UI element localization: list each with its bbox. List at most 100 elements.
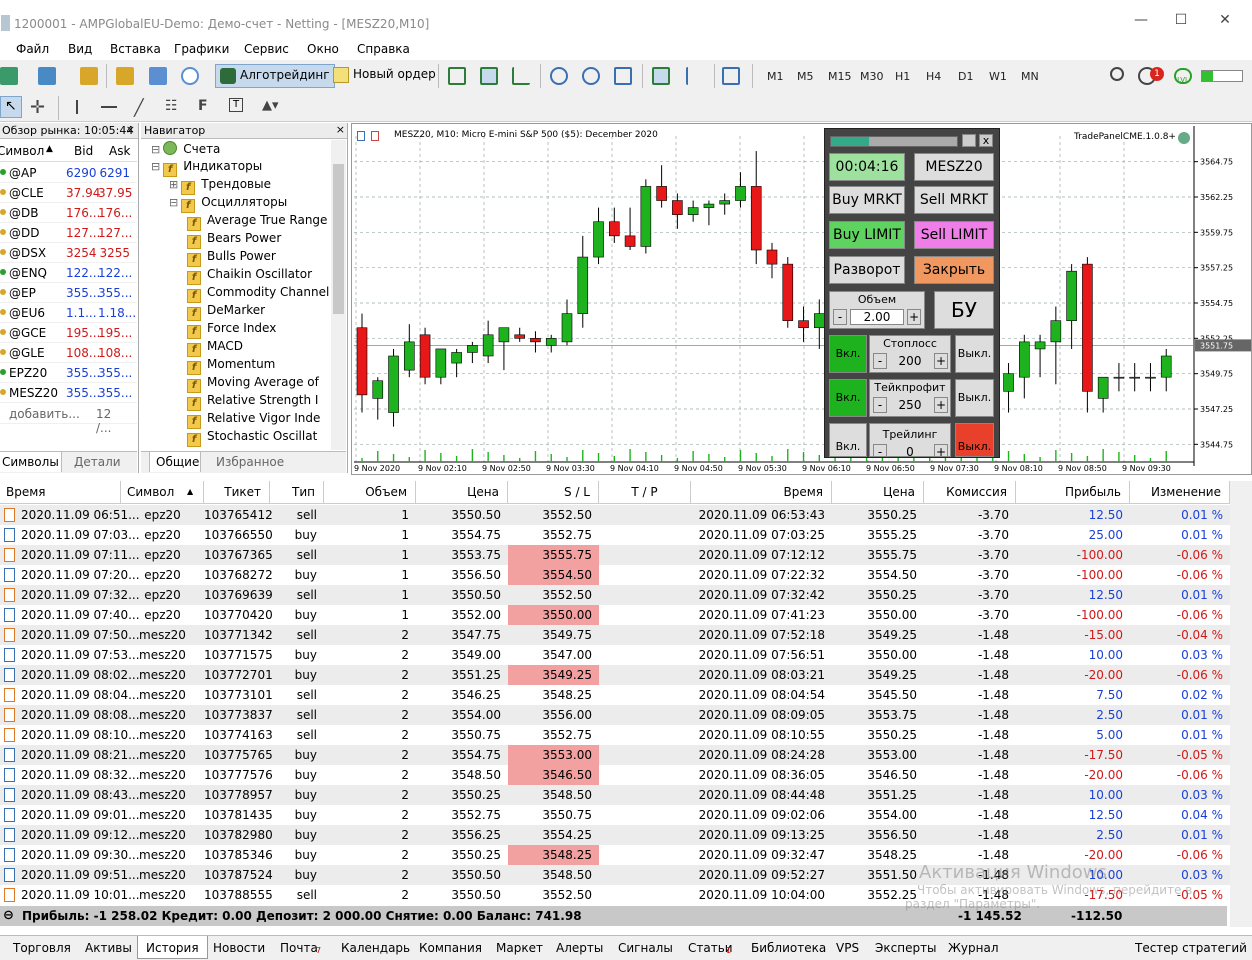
history-row[interactable]: 2020.11.09 07:50... mesz20 103771342 sell 2 3… — [0, 625, 1252, 645]
buy-market-button[interactable]: Buy MRKT — [829, 186, 905, 214]
volume-input[interactable]: 2.00 — [850, 309, 904, 325]
tab-calendar[interactable]: Календарь — [341, 941, 410, 955]
navigator-item[interactable]: f Bears Power — [187, 231, 329, 249]
col-ticket[interactable]: Тикет — [204, 481, 270, 503]
history-row[interactable]: 2020.11.09 08:21... mesz20 103775765 buy 2 35… — [0, 745, 1252, 765]
tab-assets[interactable]: Активы — [85, 941, 132, 955]
sl-off-button[interactable]: Выкл. — [955, 335, 994, 373]
history-row[interactable]: 2020.11.09 08:10... mesz20 103774163 sell 2 3… — [0, 725, 1252, 745]
line-chart-icon[interactable] — [512, 67, 530, 85]
history-row[interactable]: 2020.11.09 07:32... epz20 103769639 sell 1 35… — [0, 585, 1252, 605]
sell-limit-button[interactable]: Sell LIMIT — [914, 221, 994, 249]
navigator-item[interactable]: ⊟ f Индикаторы — [151, 159, 329, 177]
col-profit[interactable]: Прибыль — [1016, 481, 1130, 503]
vertical-line-icon[interactable] — [76, 100, 78, 114]
tab-details[interactable]: Детали — [74, 455, 121, 469]
close-position-button[interactable]: Закрыть — [914, 256, 994, 284]
fibo-channel-icon[interactable]: ☷ — [165, 98, 178, 114]
col-symbol[interactable]: Символ — [0, 144, 44, 158]
col-close-time[interactable]: Время — [691, 481, 832, 503]
history-row[interactable]: 2020.11.09 07:20... epz20 103768272 buy 1 355… — [0, 565, 1252, 585]
menu-help[interactable]: Справка — [357, 42, 410, 56]
history-row[interactable]: 2020.11.09 09:51... mesz20 103787524 buy 2 35… — [0, 865, 1252, 885]
history-row[interactable]: 2020.11.09 06:51... epz20 103765412 sell 1 35… — [0, 505, 1252, 525]
navigator-item[interactable]: ⊞ f Трендовые — [169, 177, 329, 195]
history-scrollbar[interactable] — [1230, 481, 1252, 927]
col-ask[interactable]: Ask — [109, 144, 130, 158]
text-tool-icon[interactable]: T — [229, 98, 243, 112]
candle-chart-icon[interactable] — [480, 67, 498, 85]
sell-market-button[interactable]: Sell MRKT — [914, 186, 994, 214]
menu-charts[interactable]: Графики — [174, 42, 229, 56]
trail-on-button[interactable]: Вкл. — [829, 423, 867, 457]
tp-on-button[interactable]: Вкл. — [829, 379, 867, 417]
trail-plus-button[interactable]: + — [934, 444, 948, 456]
history-row[interactable]: 2020.11.09 07:53... mesz20 103771575 buy 2 35… — [0, 645, 1252, 665]
close-window-button[interactable]: ✕ — [1215, 12, 1235, 32]
bar-chart-icon[interactable] — [448, 67, 466, 85]
menu-view[interactable]: Вид — [68, 42, 92, 56]
navigator-item[interactable]: f Force Index — [187, 321, 329, 339]
sl-input[interactable]: 200 — [888, 353, 932, 369]
market-watch-icon[interactable] — [80, 67, 98, 85]
templates-icon[interactable] — [722, 67, 740, 85]
navigator-item[interactable]: f Average True Range — [187, 213, 329, 231]
tab-history[interactable]: История — [137, 936, 208, 959]
market-watch-add-row[interactable]: добавить... 12 /... — [0, 404, 137, 435]
sl-minus-button[interactable]: - — [873, 353, 887, 369]
market-watch-row[interactable]: @DD 127... 127... — [0, 223, 137, 243]
tab-vps[interactable]: VPS — [836, 941, 859, 955]
market-watch-row[interactable]: EPZ20 355... 355... — [0, 363, 137, 383]
tp-close-button[interactable]: x — [979, 134, 993, 147]
col-close-price[interactable]: Цена — [832, 481, 924, 503]
navigator-item[interactable]: f Stochastic Oscillat — [187, 429, 329, 447]
reverse-button[interactable]: Разворот — [829, 256, 905, 284]
navigator-item[interactable]: f Commodity Channel — [187, 285, 329, 303]
market-watch-row[interactable]: @CLE 37.94 37.95 — [0, 183, 137, 203]
chart-shift-icon[interactable] — [686, 67, 704, 85]
tf-h1[interactable]: H1 — [895, 70, 910, 83]
history-row[interactable]: 2020.11.09 10:01... mesz20 103788555 sell 2 3… — [0, 885, 1252, 905]
strategy-tester-tab[interactable]: Тестер стратегий — [1135, 941, 1247, 955]
shapes-icon[interactable]: ▲▾ — [262, 98, 279, 113]
col-volume[interactable]: Объем — [324, 481, 416, 503]
history-row[interactable]: 2020.11.09 08:43... mesz20 103778957 buy 2 35… — [0, 785, 1252, 805]
navigator-item[interactable]: ⊟ Счета — [151, 141, 329, 159]
trail-minus-button[interactable]: - — [873, 444, 887, 456]
tab-experts[interactable]: Эксперты — [875, 941, 937, 955]
tab-alerts[interactable]: Алерты — [556, 941, 603, 955]
breakeven-button[interactable]: БУ — [934, 291, 994, 329]
tp-plus-button[interactable]: + — [934, 397, 948, 413]
menu-window[interactable]: Окно — [307, 42, 339, 56]
market-watch-row[interactable]: @DB 176... 176... — [0, 203, 137, 223]
tf-w1[interactable]: W1 — [989, 70, 1007, 83]
navigator-icon[interactable] — [116, 67, 134, 85]
col-tp[interactable]: T / P — [599, 481, 691, 503]
tf-m30[interactable]: M30 — [860, 70, 884, 83]
tp-off-button[interactable]: Выкл. — [955, 379, 994, 417]
new-chart-icon[interactable] — [0, 67, 18, 85]
close-panel-icon[interactable]: × — [126, 123, 135, 136]
market-watch-row[interactable]: MESZ20 355... 355... — [0, 383, 137, 403]
menu-insert[interactable]: Вставка — [110, 42, 161, 56]
expand-icon[interactable]: ⊟ — [151, 160, 160, 173]
navigator-item[interactable]: f MACD — [187, 339, 329, 357]
tab-mail[interactable]: Почта — [280, 941, 318, 955]
navigator-item[interactable]: f Bulls Power — [187, 249, 329, 267]
new-order-button[interactable]: Новый ордер — [329, 64, 440, 88]
navigator-item[interactable]: f DeMarker — [187, 303, 329, 321]
tab-library[interactable]: Библиотека — [751, 941, 826, 955]
history-row[interactable]: 2020.11.09 09:01... mesz20 103781435 buy 2 35… — [0, 805, 1252, 825]
cursor-icon[interactable]: ↖ — [0, 96, 22, 118]
zoom-out-icon[interactable] — [582, 67, 600, 85]
navigator-item[interactable]: f Momentum — [187, 357, 329, 375]
tab-symbols[interactable]: Символы — [0, 452, 62, 472]
history-row[interactable]: 2020.11.09 07:03... epz20 103766550 buy 1 355… — [0, 525, 1252, 545]
history-row[interactable]: 2020.11.09 07:11... epz20 103767365 sell 1 35… — [0, 545, 1252, 565]
tp-input[interactable]: 250 — [888, 397, 932, 413]
market-watch-row[interactable]: @GCE 195... 195... — [0, 323, 137, 343]
volume-minus-button[interactable]: - — [833, 309, 847, 325]
expand-icon[interactable]: ⊞ — [169, 178, 178, 191]
minimize-button[interactable]: — — [1131, 12, 1151, 32]
history-row[interactable]: 2020.11.09 08:02... mesz20 103772701 buy 2 35… — [0, 665, 1252, 685]
